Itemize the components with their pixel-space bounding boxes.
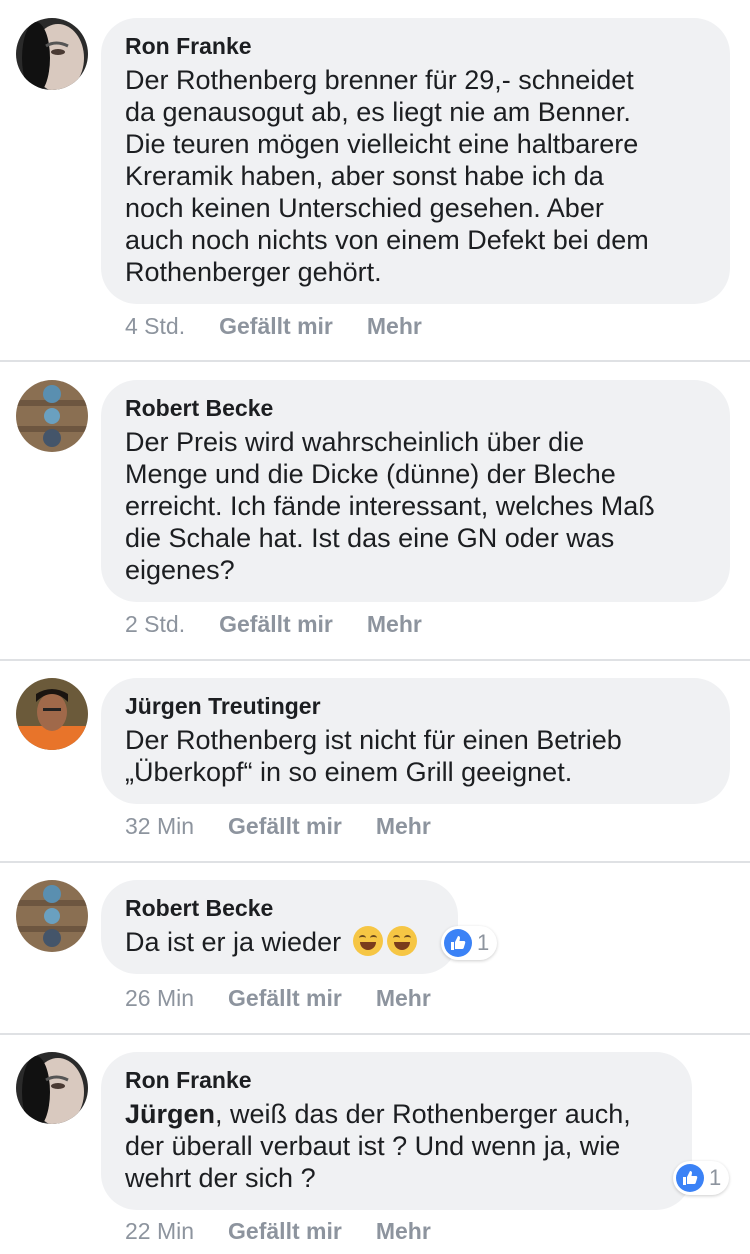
like-button[interactable]: Gefällt mir [228, 985, 342, 1012]
comment-bubble: Ron Franke Der Rothenberg brenner für 29… [101, 18, 730, 304]
comment-text: Der Rothenberg ist nicht für einen Betri… [125, 725, 622, 787]
reaction-count: 1 [477, 930, 490, 955]
divider [0, 1033, 750, 1035]
more-button[interactable]: Mehr [376, 985, 431, 1012]
more-button[interactable]: Mehr [367, 611, 422, 638]
mention-link[interactable]: Jürgen [125, 1099, 215, 1129]
comment-text: Der Rothenberg brenner für 29,- schneide… [125, 65, 649, 287]
laughing-tears-emoji [352, 926, 383, 956]
comment-actions: 2 Std. Gefällt mir Mehr [125, 611, 422, 638]
comment-bubble: Jürgen Treutinger Der Rothenberg ist nic… [101, 678, 730, 804]
avatar[interactable] [16, 880, 88, 952]
comment-time[interactable]: 26 Min [125, 985, 194, 1012]
comment-time[interactable]: 4 Std. [125, 313, 185, 340]
comment-time[interactable]: 2 Std. [125, 611, 185, 638]
more-button[interactable]: Mehr [367, 313, 422, 340]
comment-actions: 4 Std. Gefällt mir Mehr [125, 313, 422, 340]
comment-author[interactable]: Robert Becke [125, 894, 434, 922]
more-button[interactable]: Mehr [376, 1218, 431, 1245]
comment-bubble: Ron Franke Jürgen, weiß das der Rothenbe… [101, 1052, 692, 1210]
comment-text-line: Da ist er ja wieder [125, 926, 434, 958]
laughing-tears-emoji [386, 926, 417, 956]
thumbs-up-icon [444, 929, 472, 957]
like-button[interactable]: Gefällt mir [219, 611, 333, 638]
comment-bubble: Robert Becke Der Preis wird wahrscheinli… [101, 380, 730, 602]
avatar[interactable] [16, 18, 88, 90]
comment-actions: 32 Min Gefällt mir Mehr [125, 813, 431, 840]
comment-text: Der Preis wird wahrscheinlich über die M… [125, 427, 655, 585]
like-button[interactable]: Gefällt mir [228, 1218, 342, 1245]
divider [0, 659, 750, 661]
avatar[interactable] [16, 1052, 88, 1124]
divider [0, 360, 750, 362]
comment-actions: 22 Min Gefällt mir Mehr [125, 1218, 431, 1245]
comment-author[interactable]: Ron Franke [125, 1066, 668, 1094]
like-button[interactable]: Gefällt mir [219, 313, 333, 340]
comment-time[interactable]: 32 Min [125, 813, 194, 840]
like-button[interactable]: Gefällt mir [228, 813, 342, 840]
comment-author[interactable]: Robert Becke [125, 394, 706, 422]
comment-time[interactable]: 22 Min [125, 1218, 194, 1245]
reaction-count: 1 [709, 1165, 722, 1190]
more-button[interactable]: Mehr [376, 813, 431, 840]
reaction-summary[interactable]: 1 [673, 1161, 730, 1195]
avatar[interactable] [16, 678, 88, 750]
comment-author[interactable]: Jürgen Treutinger [125, 692, 706, 720]
divider [0, 861, 750, 863]
comment-bubble: Robert Becke Da ist er ja wieder [101, 880, 458, 974]
comment-author[interactable]: Ron Franke [125, 32, 706, 60]
reaction-summary[interactable]: 1 [441, 926, 498, 960]
avatar[interactable] [16, 380, 88, 452]
comment-text: Da ist er ja wieder [125, 927, 342, 957]
comment-text-block: Jürgen, weiß das der Rothenberger auch, … [125, 1098, 668, 1194]
comment-actions: 26 Min Gefällt mir Mehr [125, 985, 431, 1012]
thumbs-up-icon [676, 1164, 704, 1192]
